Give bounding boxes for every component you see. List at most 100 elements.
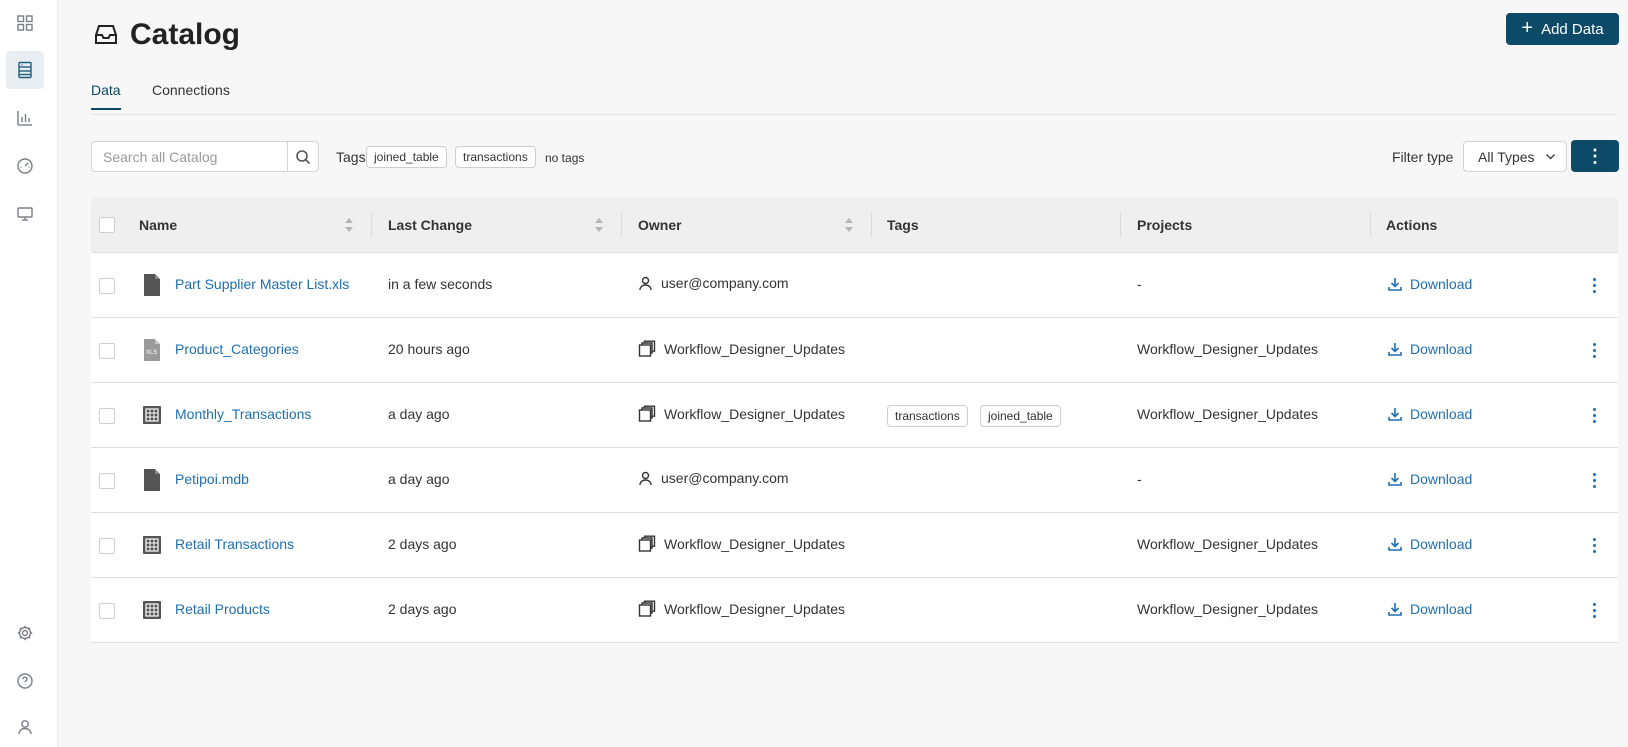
- row-checkbox[interactable]: [99, 278, 115, 294]
- row-project: Workflow_Designer_Updates: [1137, 601, 1319, 617]
- row-last-change: in a few seconds: [388, 276, 493, 292]
- project-icon: [638, 405, 656, 422]
- kebab-icon: ⋮: [1586, 145, 1604, 166]
- download-link[interactable]: Download: [1388, 406, 1472, 422]
- tag-filter-chip[interactable]: joined_table: [366, 146, 447, 168]
- row-project: -: [1137, 471, 1142, 487]
- row-owner-label: Workflow_Designer_Updates: [664, 601, 846, 617]
- download-icon: [1388, 408, 1402, 421]
- download-link[interactable]: Download: [1388, 536, 1472, 552]
- sidebar-item-monitor[interactable]: [6, 195, 44, 233]
- row-last-change: 20 hours ago: [388, 341, 470, 357]
- table-row[interactable]: Retail Transactions 2 days ago Workflow_…: [91, 513, 1618, 578]
- row-menu-button[interactable]: [1589, 275, 1599, 295]
- row-owner-label: user@company.com: [661, 470, 789, 486]
- tags-label: Tags: [336, 149, 366, 165]
- catalog-icon: [18, 61, 32, 79]
- table-row[interactable]: Petipoi.mdb a day ago user@company.com -…: [91, 448, 1618, 513]
- row-last-change: a day ago: [388, 406, 450, 422]
- row-last-change: 2 days ago: [388, 536, 457, 552]
- row-menu-button[interactable]: [1589, 340, 1599, 360]
- add-data-button[interactable]: + Add Data: [1506, 13, 1619, 45]
- row-name-link[interactable]: Petipoi.mdb: [175, 471, 249, 487]
- page-title: Catalog: [130, 18, 241, 51]
- sort-icon[interactable]: [345, 218, 353, 232]
- sidebar-item-settings[interactable]: [6, 614, 44, 652]
- column-separator: [621, 212, 622, 237]
- row-name-link[interactable]: Retail Products: [175, 601, 270, 617]
- sidebar-item-catalog[interactable]: [6, 51, 44, 89]
- row-tag-chip[interactable]: transactions: [887, 405, 968, 427]
- download-link[interactable]: Download: [1388, 601, 1472, 617]
- sort-icon[interactable]: [595, 218, 603, 232]
- download-link[interactable]: Download: [1388, 341, 1472, 357]
- row-menu-button[interactable]: [1589, 405, 1599, 425]
- chart-icon: [17, 111, 32, 126]
- table-row[interactable]: Part Supplier Master List.xls in a few s…: [91, 253, 1618, 318]
- row-checkbox[interactable]: [99, 473, 115, 489]
- sidebar: [0, 0, 58, 747]
- row-menu-button[interactable]: [1589, 600, 1599, 620]
- page-header: Catalog: [92, 18, 240, 52]
- row-tag-chip[interactable]: joined_table: [980, 405, 1061, 427]
- xls-icon: XLS: [142, 339, 162, 361]
- download-label: Download: [1410, 276, 1473, 292]
- download-link[interactable]: Download: [1388, 471, 1472, 487]
- table-row[interactable]: Monthly_Transactions a day ago Workflow_…: [91, 383, 1618, 448]
- more-options-button[interactable]: ⋮: [1571, 140, 1619, 172]
- table-row[interactable]: Retail Products 2 days ago Workflow_Desi…: [91, 578, 1618, 643]
- column-header-name[interactable]: Name: [139, 217, 177, 233]
- row-menu-button[interactable]: [1589, 535, 1599, 555]
- tab-bar: Data Connections: [91, 82, 1618, 115]
- project-icon: [638, 535, 656, 552]
- sidebar-item-analytics[interactable]: [6, 99, 44, 137]
- search-input[interactable]: [92, 142, 288, 171]
- column-separator: [371, 212, 372, 237]
- monitor-icon: [17, 207, 33, 221]
- grid-icon: [17, 15, 33, 31]
- sidebar-item-dashboard[interactable]: [6, 147, 44, 185]
- help-icon: [17, 673, 33, 689]
- row-name-link[interactable]: Product_Categories: [175, 341, 299, 357]
- tab-data[interactable]: Data: [91, 82, 121, 110]
- row-name-link[interactable]: Part Supplier Master List.xls: [175, 276, 349, 292]
- select-all-checkbox[interactable]: [99, 217, 115, 233]
- download-icon: [1388, 343, 1402, 356]
- row-checkbox[interactable]: [99, 408, 115, 424]
- row-menu-button[interactable]: [1589, 470, 1599, 490]
- search-button[interactable]: [287, 142, 318, 171]
- download-label: Download: [1410, 341, 1473, 357]
- download-link[interactable]: Download: [1388, 276, 1472, 292]
- download-icon: [1388, 473, 1402, 486]
- row-owner: Workflow_Designer_Updates: [638, 340, 845, 358]
- sidebar-item-home[interactable]: [6, 4, 44, 42]
- no-tags-filter[interactable]: no tags: [545, 151, 584, 165]
- table-row[interactable]: XLS Product_Categories 20 hours ago Work…: [91, 318, 1618, 383]
- chevron-down-icon: [1545, 153, 1555, 160]
- tab-connections[interactable]: Connections: [152, 82, 230, 108]
- row-checkbox[interactable]: [99, 603, 115, 619]
- sidebar-item-account[interactable]: [6, 708, 44, 746]
- sort-icon[interactable]: [845, 218, 853, 232]
- row-owner-label: Workflow_Designer_Updates: [664, 536, 846, 552]
- download-label: Download: [1410, 471, 1473, 487]
- user-icon: [639, 276, 652, 290]
- sidebar-item-help[interactable]: [6, 662, 44, 700]
- row-project: Workflow_Designer_Updates: [1137, 341, 1319, 357]
- row-name-link[interactable]: Retail Transactions: [175, 536, 294, 552]
- column-header-owner[interactable]: Owner: [638, 217, 682, 233]
- row-name-link[interactable]: Monthly_Transactions: [175, 406, 311, 422]
- column-header-projects: Projects: [1137, 217, 1193, 233]
- row-owner: Workflow_Designer_Updates: [638, 600, 845, 618]
- inbox-icon: [95, 25, 117, 44]
- column-header-tags: Tags: [887, 217, 919, 233]
- row-checkbox[interactable]: [99, 343, 115, 359]
- project-icon: [638, 340, 656, 357]
- column-separator: [1370, 212, 1371, 237]
- row-owner: Workflow_Designer_Updates: [638, 535, 845, 553]
- column-header-last-change[interactable]: Last Change: [388, 217, 472, 233]
- tag-filter-chip[interactable]: transactions: [455, 146, 536, 168]
- row-checkbox[interactable]: [99, 538, 115, 554]
- filter-type-select[interactable]: All Types: [1463, 141, 1567, 172]
- download-label: Download: [1410, 601, 1473, 617]
